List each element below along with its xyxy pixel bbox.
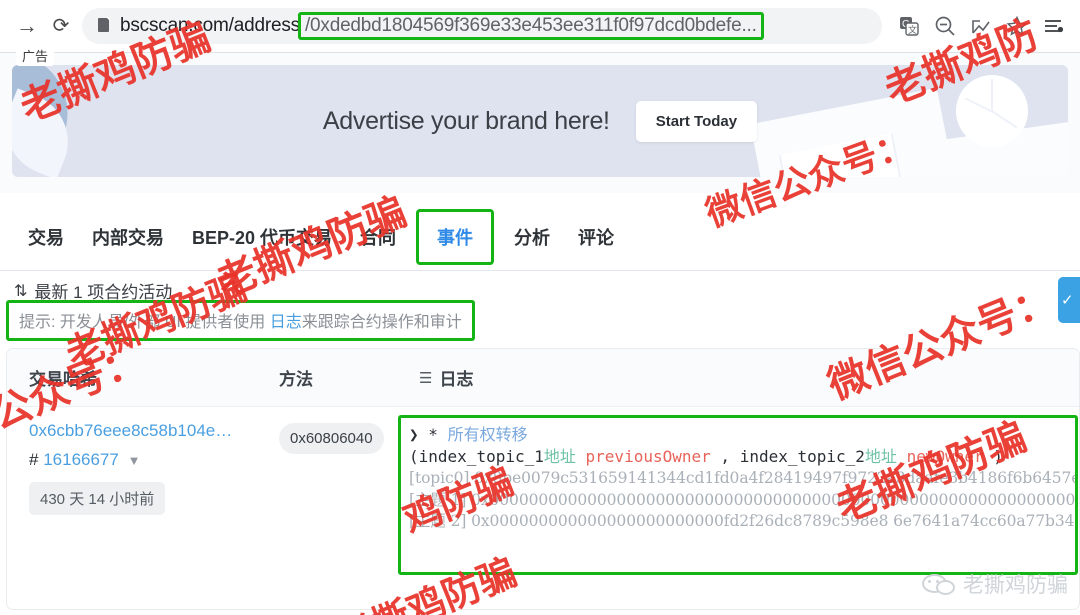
sig-open: (: [409, 447, 419, 467]
envelope-decoration-icon: [750, 87, 960, 177]
sig-close: ): [993, 447, 1003, 467]
sig-param1-index: index_topic_1: [418, 447, 544, 467]
column-header-logs: ☰ 日志: [419, 365, 473, 390]
wechat-watermark-text: 老撕鸡防骗: [963, 574, 1068, 597]
log-event-name: 所有权转移: [447, 425, 528, 444]
log-topic-row: [topic0] 0x8be0079c531659141344cd1fd0a4f…: [409, 468, 1075, 489]
column-header-tx-hash: 交易哈希: [29, 370, 97, 389]
sig-param1-name: previousOwner: [585, 447, 711, 467]
sig-comma: ,: [720, 447, 731, 467]
star-icon[interactable]: [1000, 9, 1034, 43]
menu-icon[interactable]: [1036, 9, 1070, 43]
sig-param2-type: 地址: [864, 447, 897, 467]
table-header-row: 交易哈希 方法 ☰ 日志: [7, 349, 1079, 407]
tab-bep20-token-txns[interactable]: BEP-20 代币交易: [178, 214, 346, 260]
topic-value: 0x00000000000000000000000000000000000000…: [471, 490, 1078, 509]
tab-contract[interactable]: 合同: [346, 214, 410, 260]
tx-hash-link[interactable]: 0x6cbb76eee8c58b104e…: [29, 421, 279, 441]
ad-region: Advertise your brand here! Start Today 广…: [0, 47, 1080, 193]
tabs-divider: [0, 270, 1080, 271]
sig-param2-index: index_topic_2: [739, 447, 865, 467]
tab-transactions[interactable]: 交易: [14, 214, 78, 260]
ad-content: Advertise your brand here! Start Today: [322, 100, 758, 142]
feedback-side-button[interactable]: ✓: [1058, 277, 1080, 323]
log-star-marker: *: [428, 425, 438, 444]
method-badge[interactable]: 0x60806040: [279, 423, 384, 454]
ad-title: Advertise your brand here!: [322, 106, 610, 135]
extension-icon[interactable]: [964, 9, 998, 43]
age-badge: 430 天 14 小时前: [29, 482, 166, 515]
log-topic-row: [主题 2] 0x000000000000000000000000fd2f26d…: [409, 511, 1075, 532]
topic-value: 0x000000000000000000000000fd2f26dc8789c5…: [471, 511, 1078, 530]
page-info-icon[interactable]: [96, 17, 112, 34]
topic-value: 0x8be0079c531659141344cd1fd0a4f28419497f…: [474, 469, 1078, 488]
topic-key: [主题 1]: [409, 490, 467, 509]
chevron-right-icon[interactable]: ❯: [409, 425, 419, 444]
tab-events-highlight: 事件: [416, 209, 495, 265]
reload-button[interactable]: ⟳: [44, 9, 78, 43]
ad-banner[interactable]: Advertise your brand here! Start Today: [12, 65, 1068, 177]
zoom-out-icon[interactable]: [928, 9, 962, 43]
log-detail-panel: ❯ * 所有权转移 (index_topic_1地址 previousOwner…: [398, 415, 1078, 575]
hint-logs-link[interactable]: 日志: [270, 314, 302, 331]
log-event-title: ❯ * 所有权转移: [409, 424, 1067, 446]
column-header-logs-label: 日志: [439, 370, 474, 389]
url-path-highlight: /0xdedbd1804569f369e33e453ee311f0f97dcd0…: [297, 11, 764, 41]
page-root: → ⟳ bscscan.com/address/0xdedbd1804569f3…: [0, 0, 1080, 615]
tab-internal-transactions[interactable]: 内部交易: [78, 214, 178, 260]
wechat-watermark: 老撕鸡防骗: [922, 569, 1068, 599]
tab-bar: 交易 内部交易 BEP-20 代币交易 合同 事件 分析 评论: [0, 204, 1080, 270]
start-today-button[interactable]: Start Today: [635, 100, 758, 142]
block-number-link[interactable]: 16166677: [43, 450, 119, 469]
tab-comments[interactable]: 评论: [564, 214, 628, 260]
wechat-icon: [922, 572, 956, 596]
cell-tx-hash: 0x6cbb76eee8c58b104e… # 16166677 ▼ 430 天…: [29, 421, 279, 515]
hint-suffix: 来跟踪合约操作和审计: [301, 314, 462, 331]
sort-descending-icon[interactable]: ⇅: [14, 281, 27, 301]
leaf-decoration-secondary-icon: [12, 88, 83, 177]
forward-button[interactable]: →: [10, 9, 44, 43]
list-icon: ☰: [419, 369, 433, 387]
tab-events[interactable]: 事件: [437, 228, 473, 248]
topic-key: [topic0]: [409, 469, 470, 488]
funnel-icon[interactable]: ▼: [128, 453, 141, 468]
hint-prefix: 提示: 开发人员/外部 UI 提供者使用: [19, 314, 270, 331]
tab-analytics[interactable]: 分析: [500, 214, 564, 260]
hint-banner: 提示: 开发人员/外部 UI 提供者使用 日志来跟踪合约操作和审计: [6, 300, 475, 341]
address-bar[interactable]: bscscan.com/address/0xdedbd1804569f369e3…: [82, 8, 882, 44]
url-host: bscscan.com/address: [120, 14, 300, 36]
column-header-method: 方法: [279, 370, 313, 389]
translate-icon[interactable]: G文: [892, 9, 926, 43]
svg-text:文: 文: [908, 24, 917, 35]
sig-param2-name: newOwner: [906, 447, 984, 467]
ad-label: 广告: [16, 47, 55, 66]
feedback-side-button-label: ✓: [1061, 292, 1074, 309]
topic-key: [主题 2]: [409, 511, 467, 530]
pie-chart-decoration-icon: [956, 75, 1028, 147]
block-prefix: #: [29, 450, 39, 469]
log-topic-row: [主题 1] 0x0000000000000000000000000000000…: [409, 490, 1075, 511]
sig-param1-type: 地址: [543, 447, 576, 467]
url-text: bscscan.com/address/0xdedbd1804569f369e3…: [120, 11, 764, 41]
log-event-signature: (index_topic_1地址 previousOwner , index_t…: [409, 446, 1067, 468]
browser-toolbar: → ⟳ bscscan.com/address/0xdedbd1804569f3…: [0, 0, 1080, 52]
block-line: # 16166677 ▼: [29, 450, 279, 470]
